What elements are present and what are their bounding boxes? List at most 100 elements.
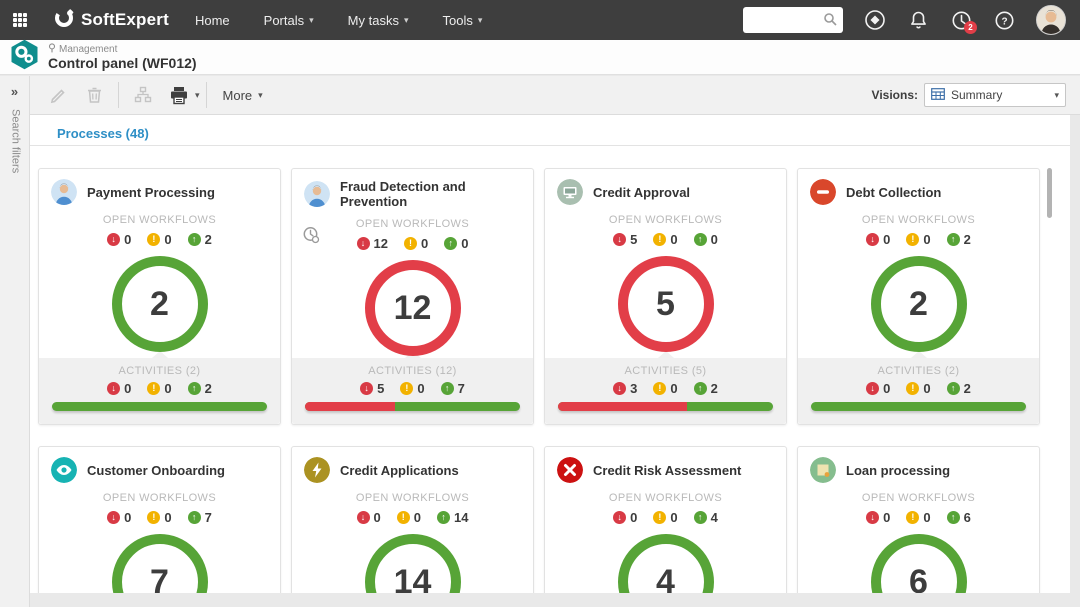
ontime-icon: ↑: [444, 237, 458, 250]
ontime-indicator: ↑ 2: [187, 381, 212, 396]
process-card[interactable]: Fraud Detection and Prevention OPEN WORK…: [291, 168, 534, 425]
process-card[interactable]: Credit Approval OPEN WORKFLOWS ↓ 5 ! 0 ↑ 0 …: [544, 168, 787, 425]
ontime-indicator: ↑ 2: [946, 381, 971, 396]
warning-indicator: ! 0: [147, 381, 172, 396]
x-mark-icon: [557, 457, 583, 483]
warning-indicator: ! 0: [396, 510, 421, 525]
apps-grid-icon[interactable]: [0, 0, 40, 40]
main-menu: Home Portals ▾ My tasks ▾ Tools ▾: [195, 13, 482, 28]
total-ring: 12: [364, 260, 461, 356]
process-card[interactable]: Credit Applications OPEN WORKFLOWS ↓ 0 ! 0…: [291, 446, 534, 593]
search-filters-rail: » Search filters: [0, 76, 30, 607]
ontime-icon: ↑: [187, 382, 201, 395]
top-navigation-bar: SoftExpert Home Portals ▾ My tasks ▾ Tools…: [0, 0, 1080, 40]
menu-home[interactable]: Home: [195, 13, 230, 28]
more-button[interactable]: More ▾: [213, 88, 273, 103]
menu-my-tasks[interactable]: My tasks ▾: [348, 13, 409, 28]
footer-notch: [910, 351, 927, 358]
process-card[interactable]: Debt Collection OPEN WORKFLOWS ↓ 0 ! 0 ↑ 2 …: [797, 168, 1040, 425]
notifications-bell-icon[interactable]: [907, 9, 929, 31]
page-title: Control panel (WF012): [48, 55, 197, 71]
expand-filters-icon[interactable]: »: [0, 76, 29, 99]
explore-icon[interactable]: [864, 9, 886, 31]
late-icon: ↓: [356, 511, 370, 524]
open-workflows-label: OPEN WORKFLOWS: [861, 492, 976, 504]
menu-portals[interactable]: Portals ▾: [264, 13, 314, 28]
toolbar-divider: [205, 82, 207, 108]
open-workflows-indicators: ↓ 0 ! 0 ↑ 2: [39, 232, 280, 247]
ontime-indicator: ↑ 2: [946, 232, 971, 247]
search-filters-label[interactable]: Search filters: [8, 109, 22, 173]
print-icon[interactable]: [164, 82, 194, 108]
total-count: 2: [150, 284, 169, 323]
warning-icon: !: [653, 233, 667, 246]
open-workflows-label: OPEN WORKFLOWS: [861, 214, 976, 226]
cards-scroll-area[interactable]: Payment Processing OPEN WORKFLOWS ↓ 0 ! 0 …: [30, 146, 1070, 593]
chevron-down-icon: ▾: [309, 14, 314, 25]
chevron-down-icon: ▾: [477, 14, 483, 25]
activities-progress-bar: [52, 402, 267, 411]
monitor-icon: [557, 179, 583, 205]
ontime-indicator: ↑ 0: [444, 236, 468, 251]
ontime-icon: ↑: [437, 511, 450, 524]
process-title: Loan processing: [846, 462, 951, 478]
process-title: Payment Processing: [87, 184, 215, 200]
activities-indicators: ↓ 3 ! 0 ↑ 2: [545, 381, 786, 396]
process-card[interactable]: Payment Processing OPEN WORKFLOWS ↓ 0 ! 0 …: [38, 168, 281, 425]
ontime-indicator: ↑ 7: [440, 381, 465, 396]
total-count: 14: [393, 562, 432, 594]
deadline-clock-icon: [302, 226, 320, 249]
pending-tasks-clock-icon[interactable]: 2: [950, 9, 977, 34]
user-avatar[interactable]: [1036, 5, 1066, 35]
search-icon[interactable]: [823, 12, 837, 31]
activities-progress-bar: [558, 402, 773, 411]
print-dropdown-caret[interactable]: ▾: [195, 90, 200, 101]
card-header: Credit Approval: [545, 169, 786, 211]
ontime-indicator: ↑ 0: [693, 232, 718, 247]
process-title: Credit Risk Assessment: [593, 462, 742, 478]
flowchart-icon[interactable]: [128, 82, 158, 108]
late-indicator: ↓ 0: [107, 510, 131, 525]
late-icon: ↓: [107, 233, 121, 246]
warning-indicator: ! 0: [400, 381, 425, 396]
late-indicator: ↓ 3: [613, 381, 637, 396]
late-indicator: ↓ 5: [360, 381, 384, 396]
eye-icon: [51, 457, 77, 483]
breadcrumb: Management Control panel (WF012): [48, 43, 197, 71]
brand-logo[interactable]: SoftExpert: [54, 8, 169, 33]
late-icon: ↓: [356, 237, 370, 250]
total-ring: 5: [617, 256, 714, 352]
total-ring: 2: [111, 256, 208, 352]
breadcrumb-text[interactable]: Management: [59, 44, 117, 55]
warning-indicator: ! 0: [906, 510, 931, 525]
toolbar-divider: [118, 82, 119, 108]
total-ring: 2: [870, 256, 967, 352]
menu-tools[interactable]: Tools ▾: [442, 13, 482, 28]
tab-processes[interactable]: Processes (48): [57, 126, 149, 141]
process-card[interactable]: Loan processing OPEN WORKFLOWS ↓ 0 ! 0 ↑ 6 …: [797, 446, 1040, 593]
warning-indicator: ! 0: [147, 232, 172, 247]
open-workflows-label: OPEN WORKFLOWS: [608, 214, 723, 226]
activities-indicators: ↓ 0 ! 0 ↑ 2: [798, 381, 1039, 396]
process-card[interactable]: Customer Onboarding OPEN WORKFLOWS ↓ 0 ! 0…: [38, 446, 281, 593]
card-header: Loan processing: [798, 447, 1039, 489]
process-title: Credit Applications: [340, 462, 459, 478]
total-ring: 7: [111, 534, 208, 593]
edit-icon[interactable]: [43, 82, 73, 108]
late-indicator: ↓ 0: [866, 232, 890, 247]
activities-progress-bar: [811, 402, 1026, 411]
activities-label: ACTIVITIES (2): [118, 365, 201, 377]
card-header: Credit Applications: [292, 447, 533, 489]
delete-trash-icon[interactable]: [79, 82, 109, 108]
process-card[interactable]: Credit Risk Assessment OPEN WORKFLOWS ↓ 0…: [544, 446, 787, 593]
card-header: Fraud Detection and Prevention: [292, 169, 533, 215]
help-icon[interactable]: ?: [993, 9, 1015, 31]
visions-select[interactable]: Summary ▾: [924, 83, 1066, 107]
vertical-scrollbar[interactable]: [1047, 168, 1052, 218]
open-workflows-label: OPEN WORKFLOWS: [355, 492, 470, 504]
ontime-icon: ↑: [946, 382, 960, 395]
brand-gear-icon: [54, 8, 74, 33]
late-indicator: ↓ 0: [613, 510, 637, 525]
visions-control: Visions: Summary ▾: [872, 83, 1080, 107]
minus-icon: [810, 179, 836, 205]
